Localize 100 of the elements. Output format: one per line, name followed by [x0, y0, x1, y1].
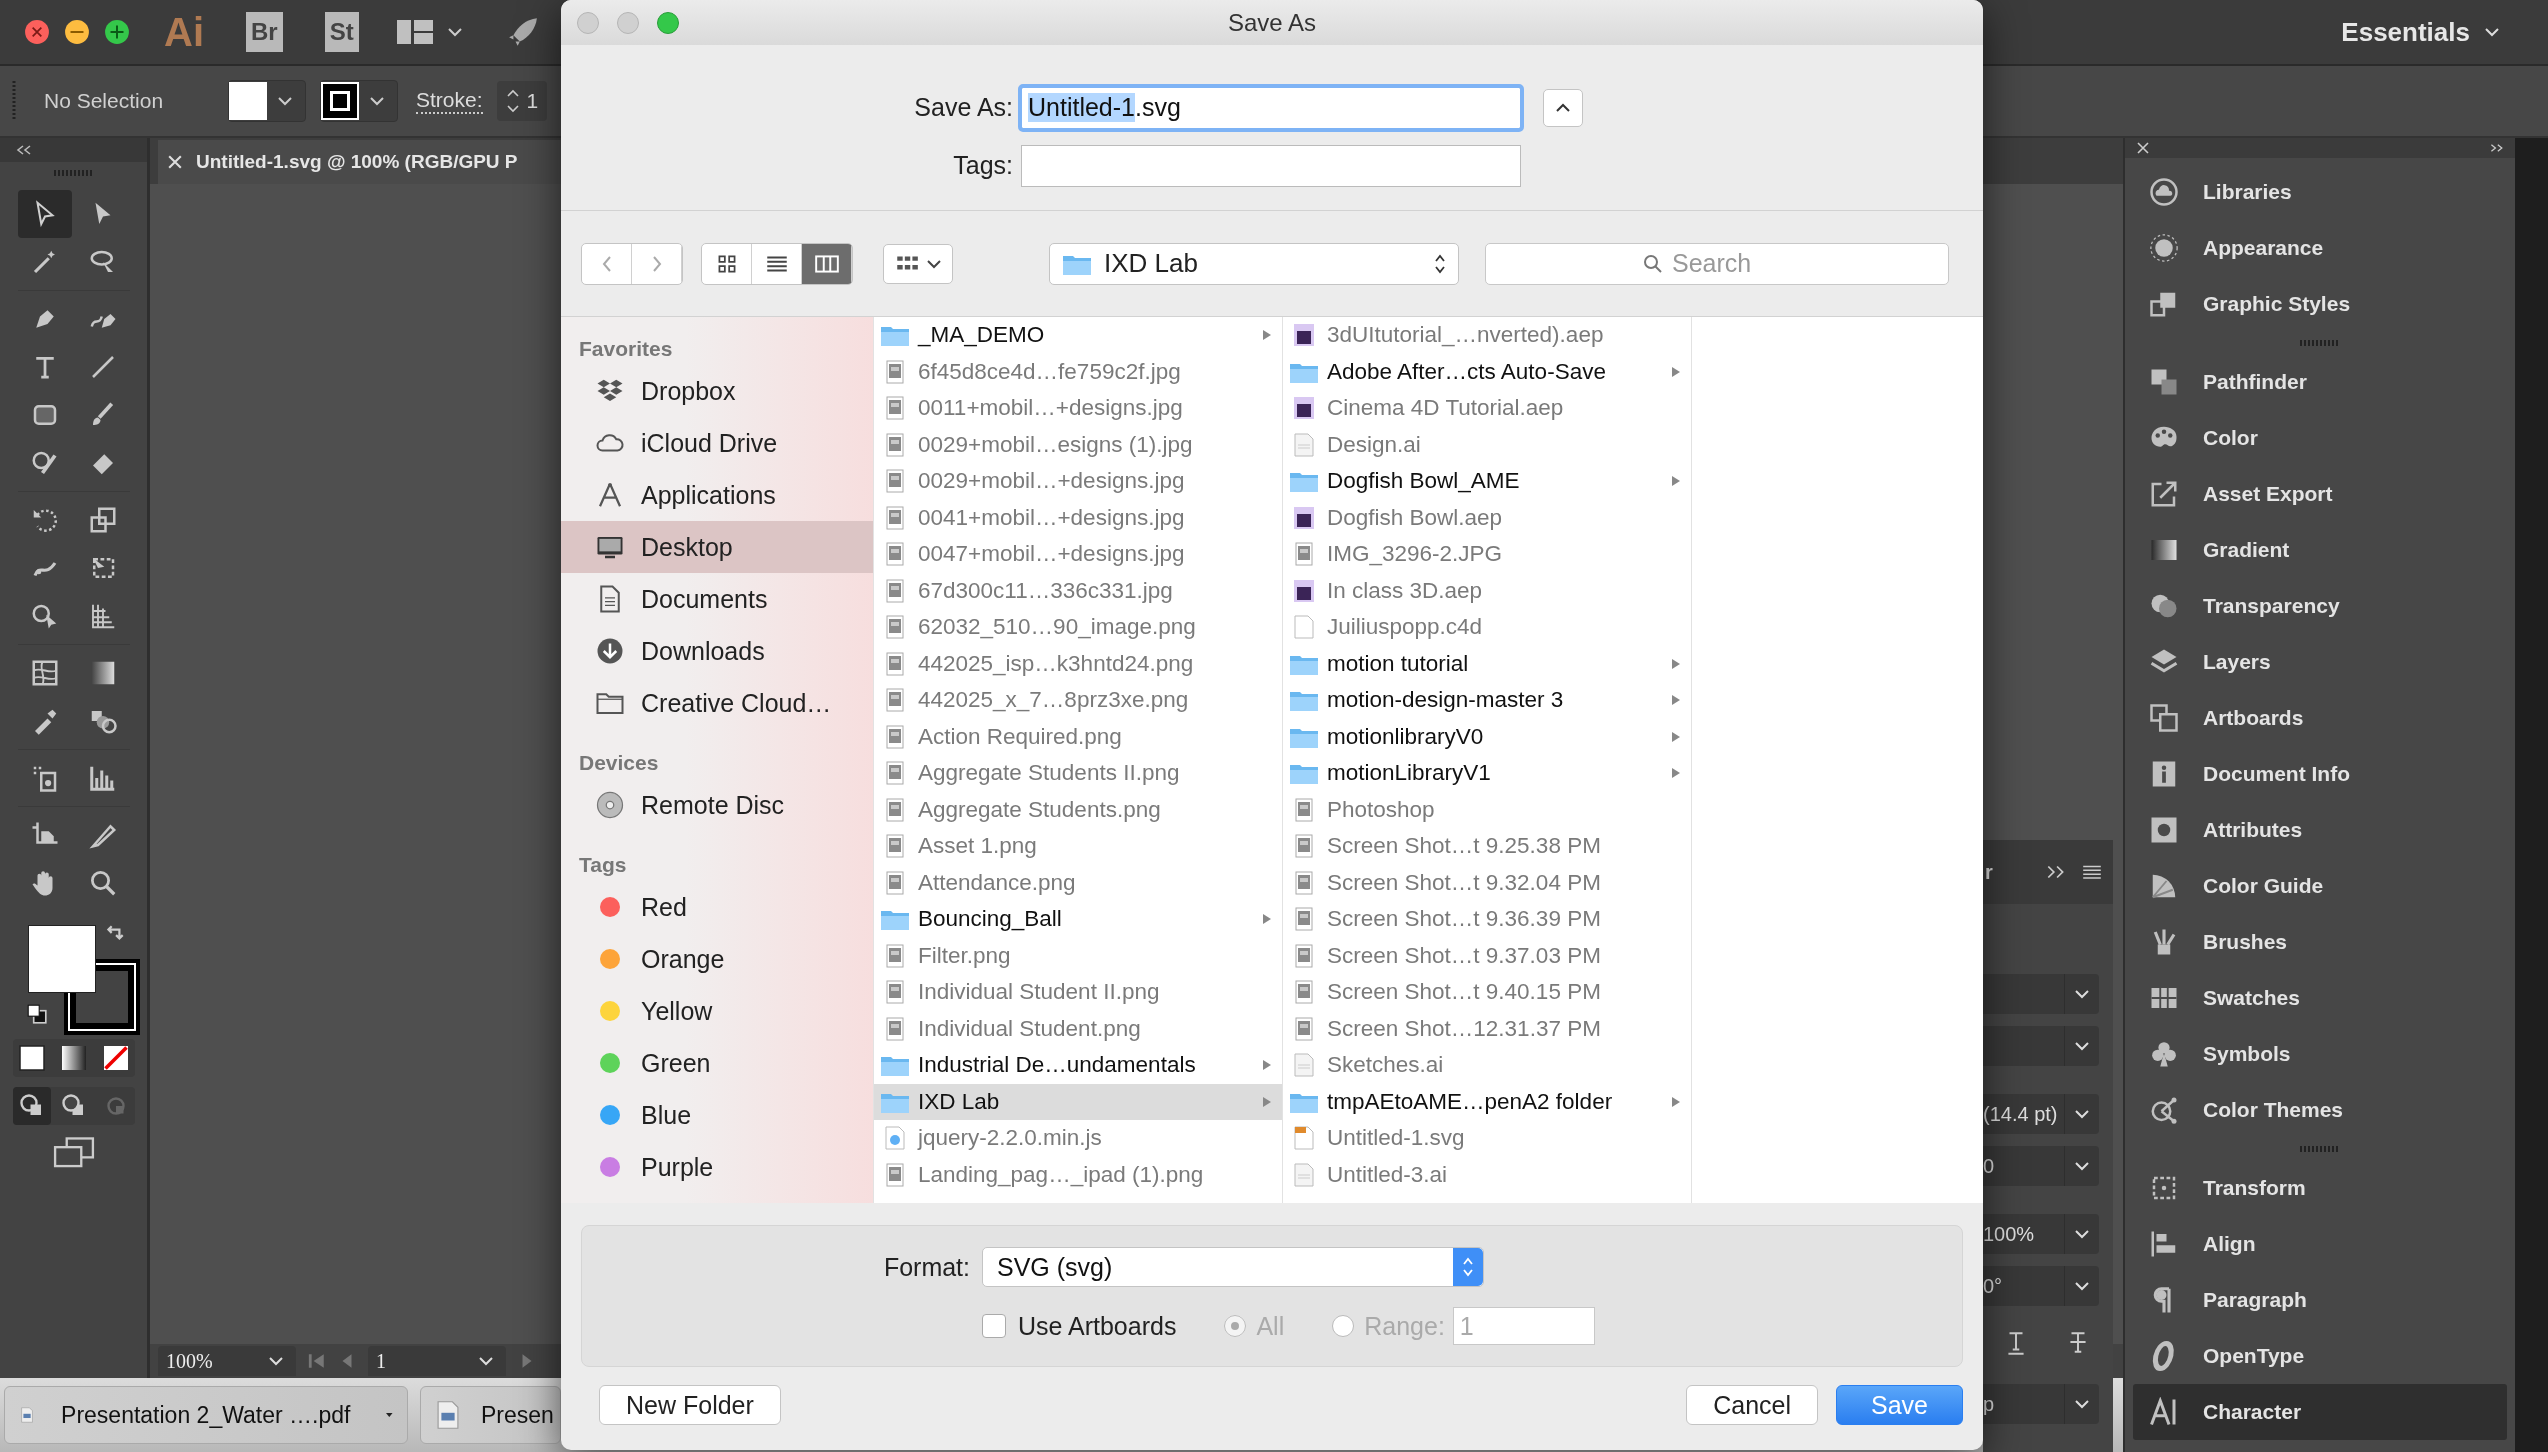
grip-icon[interactable]: [2300, 1146, 2340, 1152]
stroke-weight-field[interactable]: 1: [496, 81, 547, 121]
caret-icon[interactable]: [446, 27, 463, 37]
dropdown[interactable]: p: [1983, 1384, 2099, 1424]
panel-item[interactable]: Color Guide: [2133, 858, 2507, 914]
folder-row[interactable]: motion-design-master 3: [1283, 682, 1691, 719]
expand-icon[interactable]: [2489, 142, 2505, 154]
artboard-dropdown[interactable]: 1: [368, 1346, 506, 1376]
sidebar-item[interactable]: Applications: [561, 469, 873, 521]
panel-item[interactable]: Symbols: [2133, 1026, 2507, 1082]
screen-mode-icon[interactable]: [51, 1137, 96, 1169]
folder-row[interactable]: Adobe After…cts Auto-Save: [1283, 353, 1691, 390]
sidebar-item[interactable]: Creative Cloud…: [561, 677, 873, 729]
dropdown[interactable]: (14.4 pt): [1983, 1094, 2099, 1134]
dialog-button[interactable]: Cancel: [1686, 1385, 1818, 1425]
rocket-icon[interactable]: [506, 16, 539, 48]
sidebar-item[interactable]: Red: [561, 881, 873, 933]
panel-item[interactable]: Transparency: [2133, 578, 2507, 634]
grip-icon[interactable]: [12, 81, 16, 121]
panel-item[interactable]: Gradient: [2133, 522, 2507, 578]
sidebar-item[interactable]: Dropbox: [561, 365, 873, 417]
tags-field[interactable]: [1021, 144, 1521, 187]
collapse-button[interactable]: [1543, 88, 1583, 127]
sidebar-item[interactable]: Blue: [561, 1089, 873, 1141]
folder-row[interactable]: motionlibraryV0: [1283, 718, 1691, 755]
dialog-button[interactable]: New Folder: [599, 1385, 781, 1425]
draw-normal-icon[interactable]: [12, 1087, 51, 1125]
stock-button[interactable]: St: [324, 12, 359, 52]
panel-item[interactable]: Layers: [2133, 634, 2507, 690]
panel-item[interactable]: Color Themes: [2133, 1082, 2507, 1138]
zoom-dropdown[interactable]: 100%: [158, 1346, 296, 1376]
sidebar-item[interactable]: Purple: [561, 1141, 873, 1193]
sidebar-item[interactable]: Documents: [561, 573, 873, 625]
panel-item[interactable]: Pathfinder: [2133, 354, 2507, 410]
grip-icon[interactable]: [2300, 340, 2340, 346]
workspace-switcher[interactable]: Essentials: [2341, 16, 2500, 48]
sidebar-item[interactable]: Downloads: [561, 625, 873, 677]
sidebar-item[interactable]: Green: [561, 1037, 873, 1089]
panel-item[interactable]: Artboards: [2133, 690, 2507, 746]
format-popup[interactable]: SVG (svg): [982, 1247, 1484, 1287]
bridge-button[interactable]: Br: [246, 12, 283, 52]
disc-icon: [595, 790, 625, 820]
close-icon[interactable]: [2135, 142, 2151, 154]
download-item[interactable]: Presen: [420, 1386, 561, 1444]
use-artboards-checkbox[interactable]: Use Artboards: [982, 1311, 1177, 1341]
caret-icon: [2074, 1161, 2090, 1171]
panel-item[interactable]: Appearance: [2133, 220, 2507, 276]
panel-item[interactable]: Document Info: [2133, 746, 2507, 802]
location-popup[interactable]: IXD Lab: [1049, 242, 1459, 285]
zoom-button[interactable]: [657, 11, 679, 34]
folder-row[interactable]: Bouncing_Ball: [874, 901, 1282, 938]
folder-row[interactable]: motion tutorial: [1283, 645, 1691, 682]
caret-icon: [386, 1411, 393, 1419]
folder-row[interactable]: tmpAEtoAME…penA2 folder: [1283, 1083, 1691, 1120]
fill-swatch[interactable]: [27, 925, 96, 993]
folder-row[interactable]: motionLibraryV1: [1283, 755, 1691, 792]
panel-item[interactable]: Character: [2133, 1384, 2507, 1440]
stroke-control[interactable]: [320, 80, 398, 122]
panel-item[interactable]: Color: [2133, 410, 2507, 466]
panel-item[interactable]: Align: [2133, 1216, 2507, 1272]
strikethrough-icon[interactable]: [2067, 1330, 2089, 1356]
panel-item[interactable]: Asset Export: [2133, 466, 2507, 522]
sidebar-item[interactable]: iCloud Drive: [561, 417, 873, 469]
dropdown[interactable]: 100%: [1983, 1214, 2099, 1254]
panel-title: r: [1984, 860, 1993, 884]
folder-row[interactable]: Industrial De…undamentals: [874, 1047, 1282, 1084]
file-name-field[interactable]: Untitled-1.svg: [1021, 86, 1521, 129]
panel-item[interactable]: Brushes: [2133, 914, 2507, 970]
column-view-button[interactable]: [802, 243, 852, 284]
arrange-button[interactable]: [883, 243, 953, 284]
stroke-label[interactable]: Stroke:: [416, 88, 483, 114]
folder-row[interactable]: _MA_DEMO: [874, 317, 1282, 354]
panel-item[interactable]: Transform: [2133, 1160, 2507, 1216]
panel-item[interactable]: Paragraph: [2133, 1272, 2507, 1328]
fill-control[interactable]: [228, 80, 306, 122]
folder-row[interactable]: IXD Lab: [874, 1083, 1282, 1120]
panel-item[interactable]: Swatches: [2133, 970, 2507, 1026]
maximize-icon[interactable]: [104, 19, 130, 45]
panel-item[interactable]: Libraries: [2133, 164, 2507, 220]
sidebar-item[interactable]: Remote Disc: [561, 779, 873, 831]
arrow-tool[interactable]: [17, 190, 72, 238]
grip-icon[interactable]: [53, 170, 94, 176]
sidebar-item[interactable]: Yellow: [561, 985, 873, 1037]
close-icon[interactable]: [24, 19, 50, 45]
document-tab[interactable]: Untitled-1.svg @ 100% (RGB/GPU P: [158, 140, 561, 184]
panel-item[interactable]: OpenType: [2133, 1328, 2507, 1384]
panel-item[interactable]: Graphic Styles: [2133, 276, 2507, 332]
panel-item[interactable]: Attributes: [2133, 802, 2507, 858]
sidebar-item[interactable]: Desktop: [561, 521, 873, 573]
default-colors-icon[interactable]: [25, 1003, 48, 1025]
dropdown[interactable]: 0: [1983, 1146, 2099, 1186]
layout-icon[interactable]: [396, 20, 433, 44]
underline-icon[interactable]: [2005, 1330, 2027, 1356]
folder-row[interactable]: Dogfish Bowl_AME: [1283, 463, 1691, 500]
menu-icon[interactable]: [2081, 864, 2103, 880]
search-field[interactable]: Search: [1485, 242, 1949, 285]
download-item[interactable]: Presentation 2_Water ….pdf: [4, 1386, 408, 1444]
sidebar-item[interactable]: Orange: [561, 933, 873, 985]
dropdown[interactable]: 0°: [1983, 1266, 2099, 1306]
minimize-icon[interactable]: [64, 19, 90, 45]
